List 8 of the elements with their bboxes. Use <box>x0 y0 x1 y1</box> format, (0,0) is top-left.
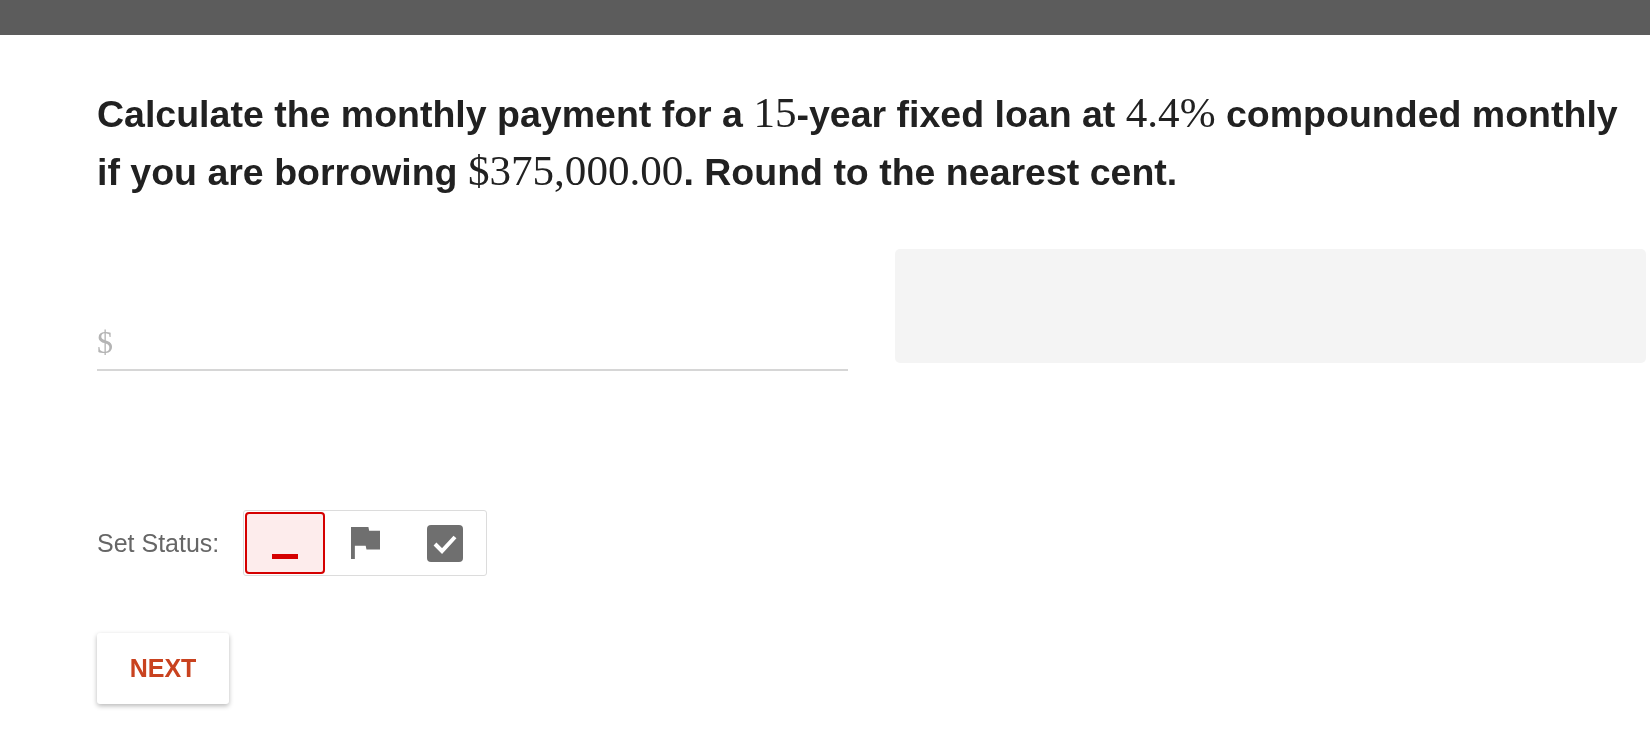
status-label: Set Status: <box>97 528 220 558</box>
checkbox-icon <box>427 524 464 562</box>
status-button[interactable] <box>245 512 326 574</box>
dash-icon <box>272 553 299 559</box>
question-text: Calculate the monthly payment for a 15-year fixed loan at 4.4% compounded monthly if you are borrowing $375,000.00. Round to the nearest cent. <box>97 88 1619 196</box>
next-button[interactable]: NEXT <box>97 633 229 704</box>
answer-field[interactable]: $ <box>97 319 848 371</box>
flag-icon <box>350 527 380 559</box>
